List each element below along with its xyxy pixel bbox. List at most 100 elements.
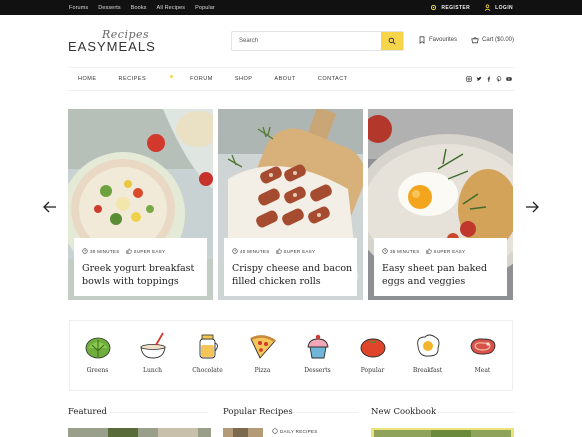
slide-time-2: 40 MINUTES xyxy=(232,248,270,254)
category-label: Pizza xyxy=(254,367,271,374)
category-popular[interactable]: Popular xyxy=(345,321,400,392)
section-cookbook-title: New Cookbook xyxy=(371,407,437,417)
thumb-icon xyxy=(125,248,132,254)
main-nav: HOME RECIPES FORUM SHOP ABOUT CONTACT xyxy=(68,67,514,91)
category-label: Popular xyxy=(360,367,385,374)
slide-title-2[interactable]: Crispy cheese and bacon filled chicken r… xyxy=(232,262,356,288)
slide-title-3[interactable]: Easy sheet pan baked eggs and veggies xyxy=(382,262,506,288)
thumb-icon xyxy=(425,248,432,254)
category-label: Breakfast xyxy=(412,367,443,374)
nav-recipes-label: RECIPES xyxy=(118,76,147,82)
twitter-icon[interactable] xyxy=(476,76,482,82)
slide-time-3: 35 MINUTES xyxy=(382,248,420,254)
fried-egg-icon xyxy=(417,334,440,357)
section-popular-divider xyxy=(292,412,358,413)
pizza-icon xyxy=(250,335,276,359)
slide-level-label-1: SUPER EASY xyxy=(133,248,166,254)
register-link[interactable]: REGISTER xyxy=(430,4,470,11)
category-lunch[interactable]: Lunch xyxy=(125,321,180,392)
nav-about[interactable]: ABOUT xyxy=(274,76,295,82)
top-link-desserts[interactable]: Desserts xyxy=(98,5,121,11)
slide-time-label-1: 30 MINUTES xyxy=(90,248,120,254)
slide-time-1: 30 MINUTES xyxy=(82,248,120,254)
search-input[interactable]: Search xyxy=(239,38,258,44)
nav-recipes[interactable]: RECIPES xyxy=(118,75,174,82)
slide-level-1: SUPER EASY xyxy=(125,248,166,254)
cart-link[interactable]: Cart ($0.00) xyxy=(471,36,514,44)
favourites-link[interactable]: Favourites xyxy=(418,36,457,44)
slide-caption-2: 40 MINUTES SUPER EASY Crispy cheese and … xyxy=(224,238,357,296)
cookbook-thumbnail[interactable] xyxy=(371,428,514,437)
section-featured-title: Featured xyxy=(68,407,107,417)
category-label: Meat xyxy=(474,367,491,374)
facebook-icon[interactable] xyxy=(486,76,492,82)
nav-home[interactable]: HOME xyxy=(78,76,97,82)
slide-caption-3: 35 MINUTES SUPER EASY Easy sheet pan bak… xyxy=(374,238,507,296)
slide-card-1[interactable]: 30 MINUTES SUPER EASY Greek yogurt break… xyxy=(68,109,213,300)
cupcake-icon xyxy=(307,334,329,359)
daily-recipes-label: DAILY RECIPES xyxy=(280,428,318,434)
clock-icon xyxy=(232,248,238,254)
slide-level-label-3: SUPER EASY xyxy=(433,248,466,254)
chocolate-jar-icon xyxy=(199,334,218,359)
category-greens[interactable]: Greens xyxy=(70,321,125,392)
basket-icon xyxy=(471,37,479,44)
lettuce-icon xyxy=(85,337,111,359)
bookmark-icon xyxy=(419,36,425,44)
nav-contact[interactable]: CONTACT xyxy=(318,76,348,82)
daily-recipes-tag: DAILY RECIPES xyxy=(272,428,318,434)
user-icon xyxy=(484,4,491,11)
clock-icon xyxy=(82,248,88,254)
slide-title-1[interactable]: Greek yogurt breakfast bowls with toppin… xyxy=(82,262,206,288)
arrow-left-icon[interactable] xyxy=(43,201,57,213)
section-cookbook-divider xyxy=(436,412,514,413)
featured-thumbnail[interactable] xyxy=(68,428,211,437)
thumb-icon xyxy=(272,428,278,434)
site-logo[interactable]: Recipes EASYMEALS xyxy=(68,28,158,54)
login-link[interactable]: LOGIN xyxy=(484,4,513,11)
search-button[interactable] xyxy=(381,32,403,50)
section-popular-title: Popular Recipes xyxy=(223,407,293,417)
login-label: LOGIN xyxy=(495,4,513,11)
nav-shop[interactable]: SHOP xyxy=(235,76,253,82)
cart-label: Cart ($0.00) xyxy=(482,37,515,43)
category-label: Lunch xyxy=(143,367,162,374)
arrow-right-icon[interactable] xyxy=(525,201,539,213)
top-bar: Forums Desserts Books All Recipes Popula… xyxy=(0,0,582,15)
clock-icon xyxy=(382,248,388,254)
category-desserts[interactable]: Desserts xyxy=(290,321,345,392)
category-meat[interactable]: Meat xyxy=(455,321,510,392)
slide-caption-1: 30 MINUTES SUPER EASY Greek yogurt break… xyxy=(74,238,207,296)
category-label: Chocolate xyxy=(192,367,223,374)
soup-bowl-icon xyxy=(140,332,166,359)
category-label: Desserts xyxy=(304,367,331,374)
gear-icon xyxy=(431,4,437,11)
logo-text: EASYMEALS xyxy=(68,39,156,54)
slide-card-3[interactable]: 35 MINUTES SUPER EASY Easy sheet pan bak… xyxy=(368,109,513,300)
search-icon xyxy=(388,37,396,45)
top-links: Forums Desserts Books All Recipes Popula… xyxy=(69,0,215,15)
slide-level-label-2: SUPER EASY xyxy=(283,248,316,254)
top-link-all-recipes[interactable]: All Recipes xyxy=(157,5,186,11)
category-label: Greens xyxy=(86,367,109,374)
category-chocolate[interactable]: Chocolate xyxy=(180,321,235,392)
category-pizza[interactable]: Pizza xyxy=(235,321,290,392)
slide-card-2[interactable]: 40 MINUTES SUPER EASY Crispy cheese and … xyxy=(218,109,363,300)
category-breakfast[interactable]: Breakfast xyxy=(400,321,455,392)
slide-level-3: SUPER EASY xyxy=(425,248,466,254)
top-link-popular[interactable]: Popular xyxy=(195,5,215,11)
slide-level-2: SUPER EASY xyxy=(275,248,316,254)
top-link-forums[interactable]: Forums xyxy=(69,5,88,11)
popular-thumbnail[interactable] xyxy=(223,428,263,437)
register-label: REGISTER xyxy=(441,4,471,11)
nav-forum[interactable]: FORUM xyxy=(190,76,213,82)
pinterest-icon[interactable] xyxy=(496,76,502,82)
search-box[interactable]: Search xyxy=(231,31,404,51)
slide-time-label-3: 35 MINUTES xyxy=(390,248,420,254)
category-strip: Greens Lunch Chocolate Pizza Desserts Po… xyxy=(69,320,513,391)
favourites-label: Favourites xyxy=(429,37,458,43)
instagram-icon[interactable] xyxy=(466,76,472,82)
nav-recipes-dot xyxy=(170,75,174,78)
top-link-books[interactable]: Books xyxy=(131,5,147,11)
youtube-icon[interactable] xyxy=(506,76,512,82)
